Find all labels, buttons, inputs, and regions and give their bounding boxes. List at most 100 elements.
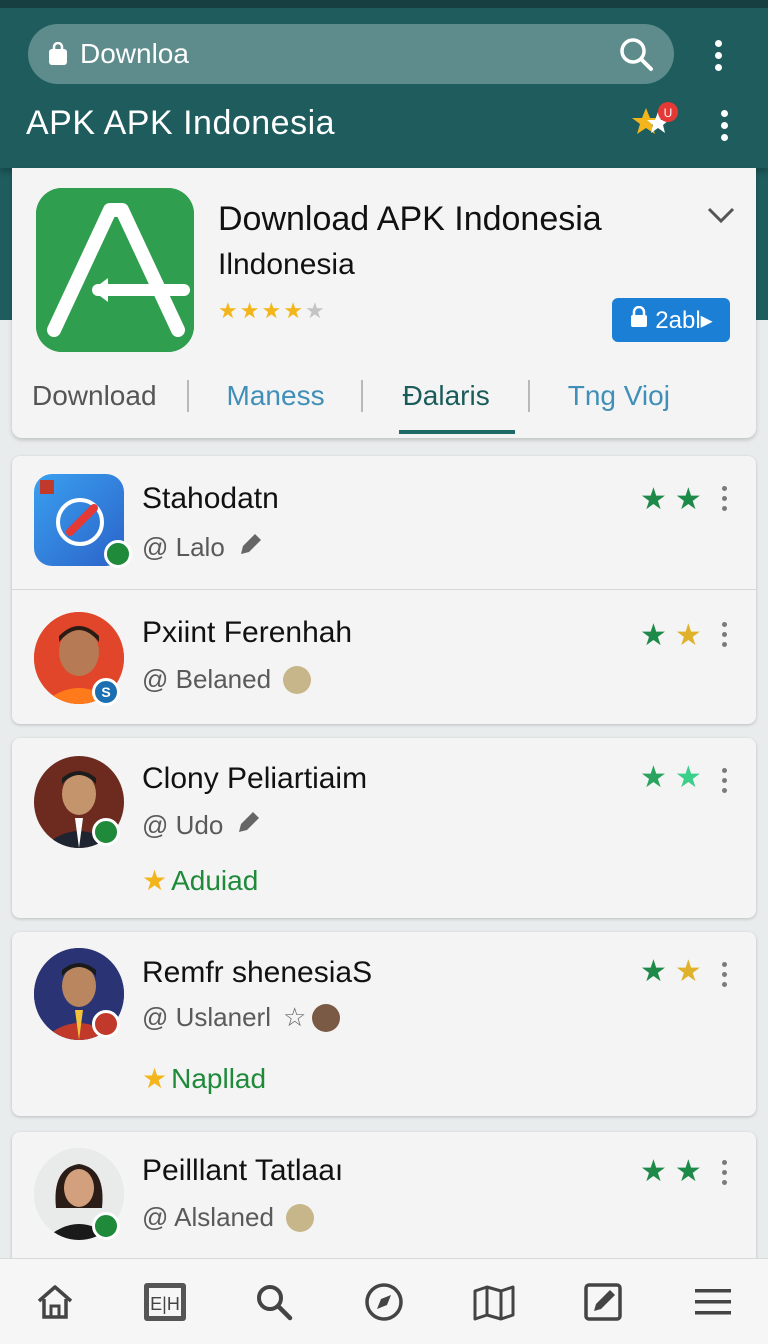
app-rating: ★ ★ ★ ★ ★ — [218, 298, 325, 324]
bag-icon — [48, 42, 68, 66]
handle-text: @ Lalo — [142, 532, 225, 562]
star-empty-icon: ★ — [304, 298, 325, 323]
item-rating: ★ ★ — [640, 482, 702, 517]
item-menu-icon[interactable] — [718, 1160, 730, 1185]
app-title: APK APK Indonesia — [26, 104, 336, 142]
tab-maness[interactable]: Maness — [227, 380, 325, 412]
star-icon: ★ — [640, 955, 667, 988]
handle-text: @ Alslaned — [142, 1202, 274, 1232]
badge-icon — [107, 543, 129, 565]
handle-text: @ Belaned — [142, 664, 272, 694]
install-button[interactable]: 2abl▸ — [612, 298, 730, 342]
featured-app-card: Download APK Indonesia Ilndonesia ★ ★ ★ … — [12, 168, 756, 438]
app-name: Download APK Indonesia — [218, 200, 602, 238]
map-icon[interactable] — [470, 1278, 518, 1326]
item-menu-icon[interactable] — [718, 622, 730, 647]
list-item[interactable]: Clony Peliartiaim @ Udo ★ Aduiad ★ ★ — [12, 738, 756, 918]
tab-divider — [186, 380, 189, 412]
star-icon: ★ — [640, 1155, 667, 1188]
item-name: Clony Peliartiaim — [142, 762, 368, 795]
tab-download[interactable]: Download — [32, 380, 157, 412]
list-item[interactable]: Remfr shenesiaS @ Uslanerl ☆ ★ Napllad ★… — [12, 932, 756, 1116]
star-icon: ★ — [674, 1155, 702, 1188]
edit-icon[interactable] — [579, 1278, 627, 1326]
chevron-down-icon[interactable] — [706, 204, 736, 226]
handle-text: @ Uslanerl — [142, 1002, 271, 1032]
star-half-icon: ★ — [674, 619, 702, 652]
top-app-bar: Downloa APK APK Indonesia U — [0, 0, 768, 168]
chat-badge-icon — [92, 818, 120, 846]
item-name: Peilllant Tatlaaı — [142, 1154, 344, 1187]
item-rating: ★ ★ — [640, 618, 702, 653]
status-badge — [104, 540, 132, 568]
pencil-icon — [237, 530, 265, 565]
item-menu-icon[interactable] — [718, 486, 730, 511]
tab-divider — [527, 380, 530, 412]
list-group: Stahodatn @ Lalo ★ ★ S Pxiint Ferenhah @… — [12, 456, 756, 724]
award-icon: ★ — [142, 865, 168, 896]
bottom-navigation: E|H — [0, 1258, 768, 1344]
app-subtitle: Ilndonesia — [218, 248, 355, 281]
tab-tng-vioj[interactable]: Tng Vioj — [568, 380, 670, 412]
star-icon: ★ — [239, 298, 260, 323]
svg-text:E|H: E|H — [150, 1294, 180, 1314]
chat-badge-icon — [92, 1212, 120, 1240]
star-icon: ★ — [674, 483, 702, 516]
award-label: Aduiad — [171, 864, 259, 896]
award-tag: ★ Aduiad — [142, 864, 258, 897]
star-icon: ★ — [261, 298, 282, 323]
award-icon: ★ — [142, 1063, 168, 1094]
lock-icon — [629, 305, 649, 335]
item-rating: ★ ★ — [640, 1154, 702, 1189]
award-tag: ★ Napllad — [142, 1062, 266, 1095]
status-badge — [92, 1010, 120, 1038]
search-bar[interactable]: Downloa — [28, 24, 674, 84]
status-bar — [0, 0, 768, 8]
star-icon: ★ — [283, 298, 303, 323]
item-rating: ★ ★ — [640, 760, 702, 795]
tab-dalaris[interactable]: Đalaris — [403, 380, 490, 412]
mini-avatar-icon — [312, 1003, 341, 1032]
item-menu-icon[interactable] — [718, 768, 730, 793]
status-badge: S — [92, 678, 120, 706]
item-name: Pxiint Ferenhah — [142, 616, 353, 649]
apk-app-icon[interactable] — [36, 188, 194, 352]
header-menu-icon[interactable] — [718, 110, 730, 141]
item-handle: @ Lalo — [142, 530, 265, 565]
star-half-icon: ★ — [674, 955, 702, 988]
home-icon[interactable] — [31, 1278, 79, 1326]
tab-divider — [360, 380, 363, 412]
favorites-notification-icon[interactable]: U — [632, 100, 682, 140]
star-outline-icon: ☆ — [282, 1002, 307, 1032]
overflow-menu-icon[interactable] — [712, 40, 724, 71]
menu-icon[interactable] — [689, 1278, 737, 1326]
item-menu-icon[interactable] — [718, 962, 730, 987]
star-icon: ★ — [640, 483, 667, 516]
search-icon[interactable] — [618, 36, 654, 72]
award-label: Napllad — [171, 1062, 267, 1094]
compass-icon[interactable] — [360, 1278, 408, 1326]
item-rating: ★ ★ — [640, 954, 702, 989]
mini-avatar-icon — [283, 665, 312, 694]
handle-text: @ Udo — [142, 810, 224, 840]
star-icon: ★ — [640, 761, 667, 794]
item-handle: @ Alslaned — [142, 1202, 314, 1233]
install-button-label: 2abl▸ — [655, 306, 713, 334]
list-item[interactable]: Peilllant Tatlaaı @ Alslaned ★ ★ — [12, 1132, 756, 1272]
mini-avatar-icon — [285, 1203, 314, 1232]
news-icon[interactable]: E|H — [141, 1278, 189, 1326]
item-handle: @ Udo — [142, 808, 263, 843]
search-input[interactable]: Downloa — [80, 38, 618, 70]
star-icon: ★ — [218, 298, 238, 323]
star-icon: ★ — [674, 761, 702, 794]
search-icon[interactable] — [250, 1278, 298, 1326]
pencil-icon — [235, 808, 263, 843]
item-handle: @ Uslanerl ☆ — [142, 1002, 341, 1033]
list-item[interactable]: Stahodatn @ Lalo ★ ★ — [12, 456, 756, 590]
item-name: Stahodatn — [142, 482, 279, 515]
item-handle: @ Belaned — [142, 664, 312, 695]
list-item[interactable]: S Pxiint Ferenhah @ Belaned ★ ★ — [12, 590, 756, 724]
tab-bar: Download Maness Đalaris Tng Vioj — [12, 358, 756, 434]
star-icon: ★ — [640, 619, 667, 652]
item-name: Remfr shenesiaS — [142, 956, 373, 989]
